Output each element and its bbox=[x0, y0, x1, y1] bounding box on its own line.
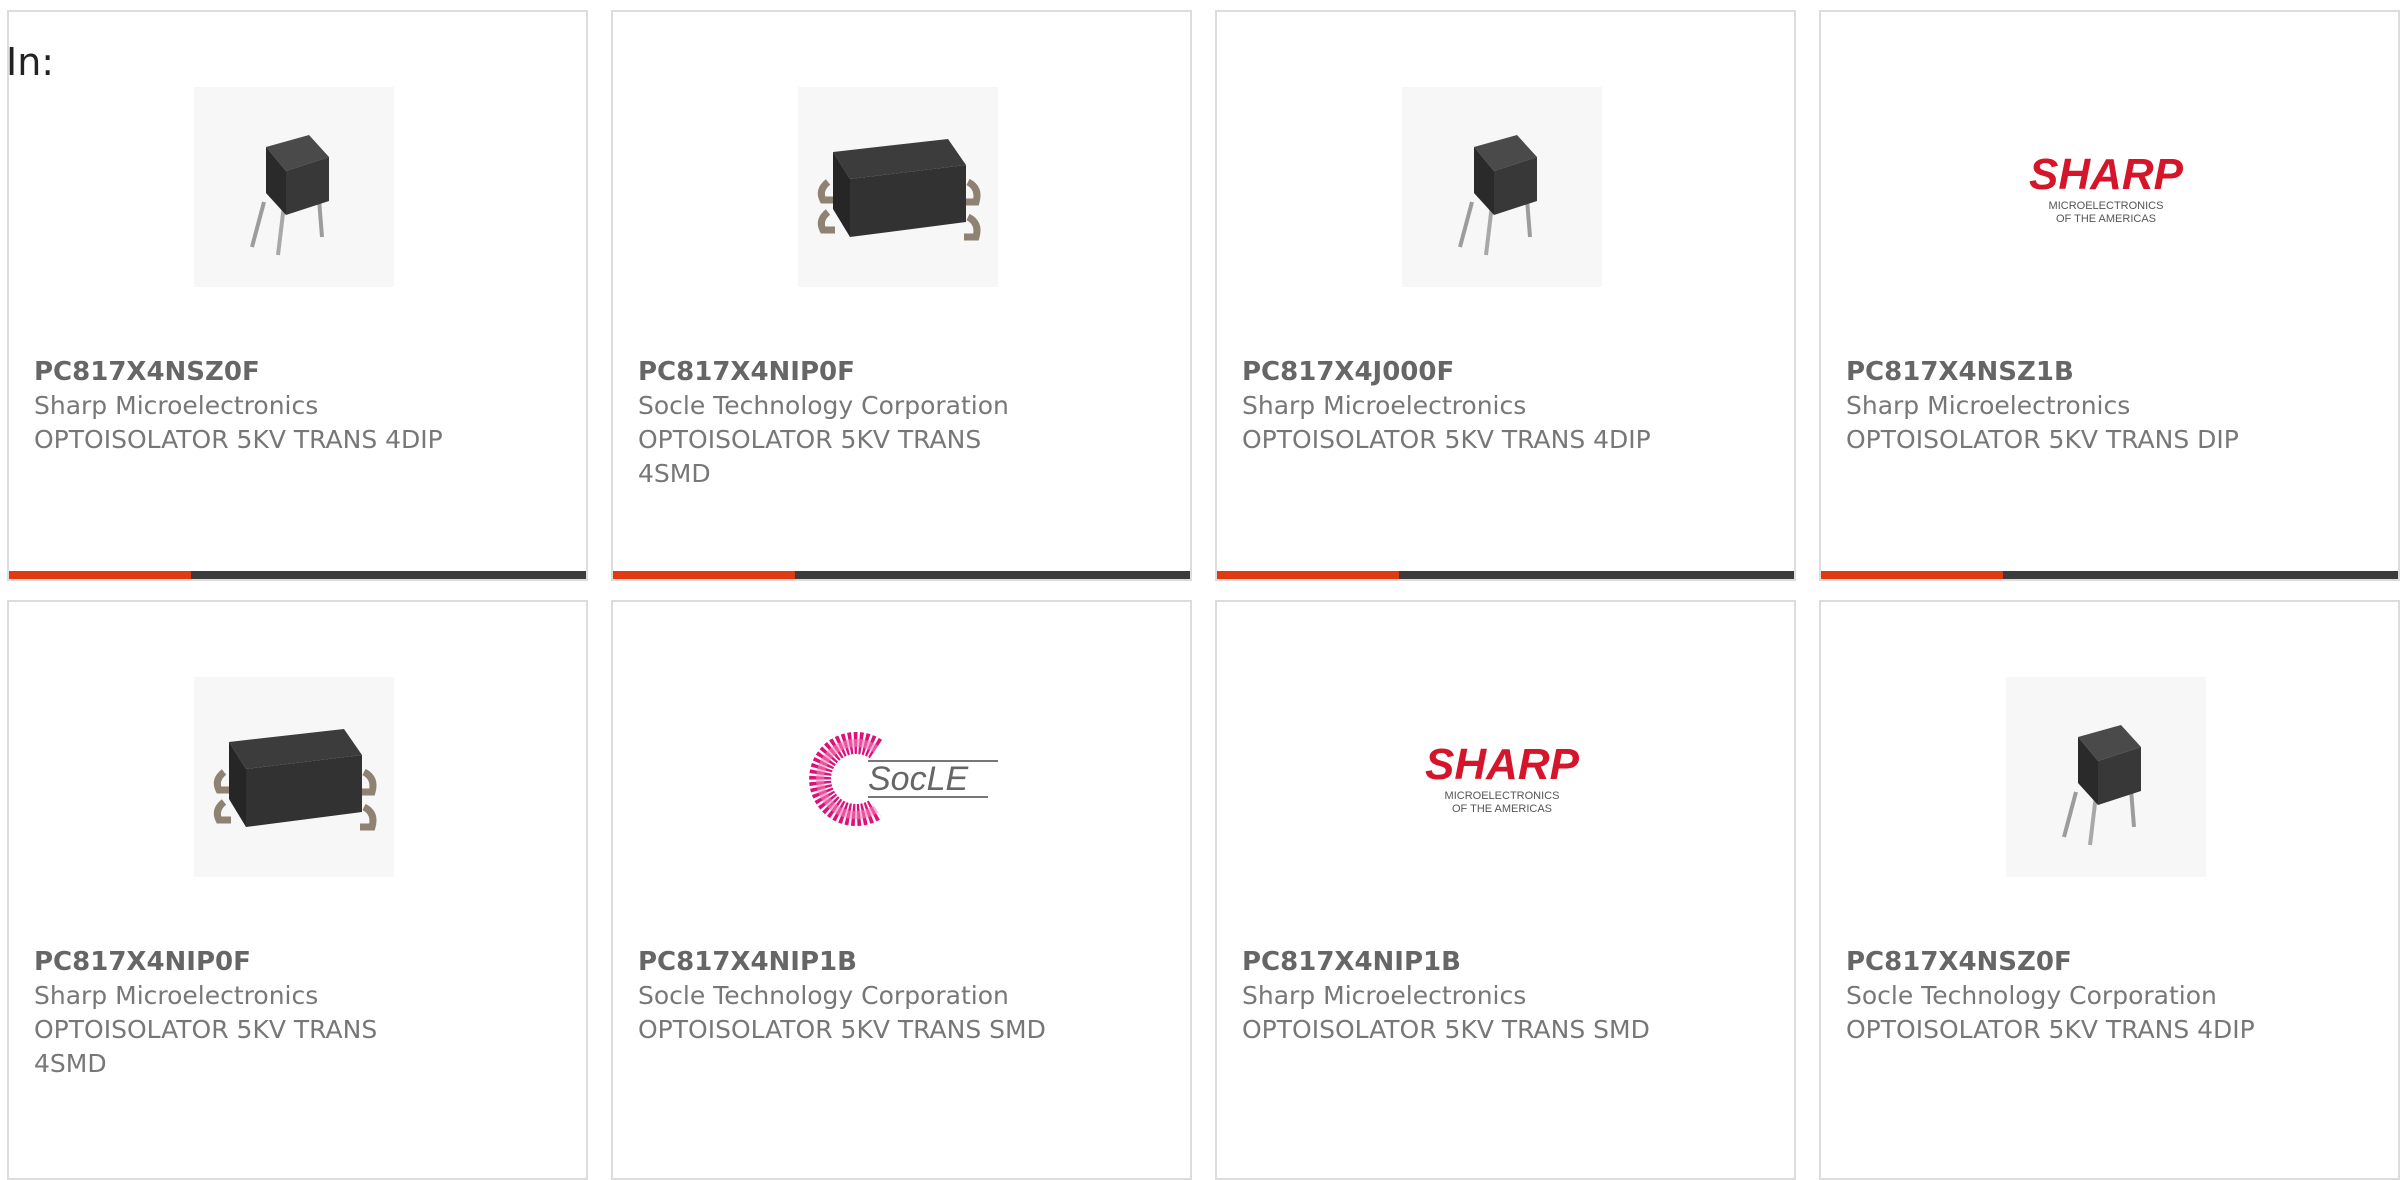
part-number[interactable]: PC817X4NSZ1B bbox=[1846, 355, 2266, 389]
part-number[interactable]: PC817X4NIP0F bbox=[638, 355, 1058, 389]
dip-package-image[interactable] bbox=[194, 87, 394, 287]
product-card[interactable]: PC817X4NSZ0F Sharp Microelectronics OPTO… bbox=[7, 10, 588, 581]
sharp-logo[interactable]: SHARP MICROELECTRONICS OF THE AMERICAS bbox=[1402, 677, 1602, 877]
description: OPTOISOLATOR 5KV TRANS SMD bbox=[638, 1015, 1046, 1044]
description: OPTOISOLATOR 5KV TRANS 4SMD bbox=[638, 425, 982, 488]
product-card[interactable]: SocLE PC817X4NIP1B Socle Technology Corp… bbox=[611, 600, 1192, 1180]
sharp-logo[interactable]: SHARP MICROELECTRONICS OF THE AMERICAS bbox=[2006, 87, 2206, 287]
card-progress-bar bbox=[1217, 571, 1794, 579]
part-number[interactable]: PC817X4NSZ0F bbox=[34, 355, 454, 389]
description: OPTOISOLATOR 5KV TRANS SMD bbox=[1242, 1015, 1650, 1044]
manufacturer: Sharp Microelectronics bbox=[1846, 391, 2131, 420]
manufacturer: Socle Technology Corporation bbox=[638, 391, 1009, 420]
manufacturer: Sharp Microelectronics bbox=[34, 391, 319, 420]
description: OPTOISOLATOR 5KV TRANS DIP bbox=[1846, 425, 2239, 454]
smd-package-image[interactable] bbox=[194, 677, 394, 877]
manufacturer: Sharp Microelectronics bbox=[1242, 391, 1527, 420]
product-card[interactable]: PC817X4J000F Sharp Microelectronics OPTO… bbox=[1215, 10, 1796, 581]
sharp-logo-subtitle-1: MICROELECTRONICS bbox=[1445, 790, 1560, 802]
card-progress-fill bbox=[613, 571, 795, 579]
socle-logo[interactable]: SocLE bbox=[798, 677, 998, 877]
part-number[interactable]: PC817X4NIP1B bbox=[638, 945, 1058, 979]
part-number[interactable]: PC817X4NSZ0F bbox=[1846, 945, 2266, 979]
part-number[interactable]: PC817X4NIP1B bbox=[1242, 945, 1662, 979]
card-progress-bar bbox=[613, 571, 1190, 579]
sharp-logo-subtitle-2: OF THE AMERICAS bbox=[1452, 803, 1552, 815]
dip-package-image[interactable] bbox=[2006, 677, 2206, 877]
manufacturer: Socle Technology Corporation bbox=[638, 981, 1009, 1010]
socle-logo-text: SocLE bbox=[868, 760, 968, 798]
product-card[interactable]: PC817X4NSZ0F Socle Technology Corporatio… bbox=[1819, 600, 2400, 1180]
description: OPTOISOLATOR 5KV TRANS 4DIP bbox=[1846, 1015, 2255, 1044]
product-card[interactable]: PC817X4NIP0F Socle Technology Corporatio… bbox=[611, 10, 1192, 581]
card-progress-bar bbox=[1821, 571, 2398, 579]
part-number[interactable]: PC817X4J000F bbox=[1242, 355, 1662, 389]
card-progress-fill bbox=[9, 571, 191, 579]
card-progress-fill bbox=[1217, 571, 1399, 579]
card-progress-fill bbox=[1821, 571, 2003, 579]
description: OPTOISOLATOR 5KV TRANS 4SMD bbox=[34, 1015, 378, 1078]
manufacturer: Sharp Microelectronics bbox=[1242, 981, 1527, 1010]
in-label: In: bbox=[6, 40, 55, 84]
product-card[interactable]: PC817X4NIP0F Sharp Microelectronics OPTO… bbox=[7, 600, 588, 1180]
dip-package-image[interactable] bbox=[1402, 87, 1602, 287]
sharp-logo-text: SHARP bbox=[2029, 150, 2184, 199]
product-card[interactable]: SHARP MICROELECTRONICS OF THE AMERICAS P… bbox=[1215, 600, 1796, 1180]
product-card[interactable]: SHARP MICROELECTRONICS OF THE AMERICAS P… bbox=[1819, 10, 2400, 581]
card-progress-bar bbox=[9, 571, 586, 579]
sharp-logo-text: SHARP bbox=[1425, 740, 1580, 789]
sharp-logo-subtitle-2: OF THE AMERICAS bbox=[2056, 213, 2156, 225]
manufacturer: Sharp Microelectronics bbox=[34, 981, 319, 1010]
sharp-logo-subtitle-1: MICROELECTRONICS bbox=[2049, 200, 2164, 212]
smd-package-image[interactable] bbox=[798, 87, 998, 287]
description: OPTOISOLATOR 5KV TRANS 4DIP bbox=[34, 425, 443, 454]
part-number[interactable]: PC817X4NIP0F bbox=[34, 945, 454, 979]
description: OPTOISOLATOR 5KV TRANS 4DIP bbox=[1242, 425, 1651, 454]
manufacturer: Socle Technology Corporation bbox=[1846, 981, 2217, 1010]
